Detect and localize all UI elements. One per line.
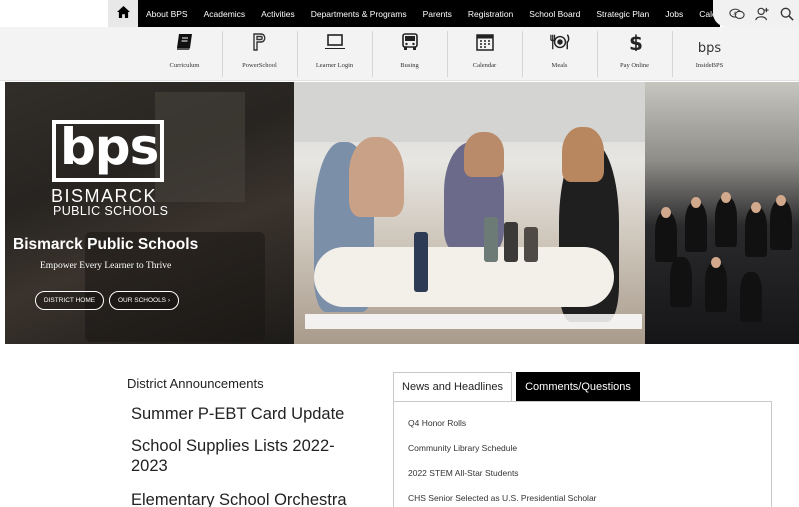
logo-subtitle: PUBLIC SCHOOLS [53,204,169,218]
logo-mark: bps [60,118,159,176]
nav-link-academics[interactable]: Academics [204,9,246,19]
calendar-icon [475,33,495,56]
photo-detail [685,202,707,252]
hero-photo-teachers [294,82,645,344]
photo-detail [504,222,518,262]
bps-logo: bps [52,118,164,182]
utility-icons: A [713,0,799,27]
nav-link-departments[interactable]: Departments & Programs [311,9,407,19]
insidebps-icon: bps [697,41,722,56]
our-schools-button[interactable]: OUR SCHOOLS › [109,291,179,310]
headline-item[interactable]: 2022 STEM All-Star Students [408,468,597,493]
nav-link-jobs[interactable]: Jobs [665,9,683,19]
photo-detail [691,197,701,208]
quick-links-bar: Curriculum PowerSchool Learner Login Bus… [0,27,799,81]
headline-list: Q4 Honor Rolls Community Library Schedul… [408,418,597,507]
quicklink-label: Calendar [472,62,497,69]
quicklink-label: PowerSchool [242,62,277,69]
svg-text:$: $ [629,33,643,51]
photo-detail [661,207,671,218]
photo-detail [349,137,404,217]
quicklink-calendar[interactable]: Calendar [447,30,522,78]
quicklink-learner-login[interactable]: Learner Login [297,30,372,78]
quicklink-label: Meals [551,62,568,69]
quicklink-insidebps[interactable]: bps InsideBPS [672,30,747,78]
headline-item[interactable]: Community Library Schedule [408,443,597,468]
quicklink-label: InsideBPS [695,62,724,69]
announcements-heading: District Announcements [127,376,264,391]
photo-detail [655,212,677,262]
photo-detail [770,200,792,250]
hero-title: Bismarck Public Schools [13,236,199,253]
announcement-item[interactable]: School Supplies Lists 2022-2023 [131,436,361,476]
photo-detail [484,217,498,262]
photo-detail [414,232,428,292]
announcement-item[interactable]: Summer P-EBT Card Update [131,404,361,424]
photo-detail [721,192,731,203]
tab-comments-questions[interactable]: Comments/Questions [516,372,640,401]
photo-detail [524,227,538,262]
hero-banner: bps BISMARCK PUBLIC SCHOOLS Bismarck Pub… [5,82,799,344]
quicklink-busing[interactable]: Busing [372,30,447,78]
meals-icon [549,33,570,56]
main-nav-links: About BPS Academics Activities Departmen… [138,0,742,27]
photo-detail [776,195,786,206]
search-icon[interactable] [779,7,795,21]
laptop-icon [324,33,345,56]
photo-detail [464,132,504,177]
user-add-icon[interactable] [754,7,770,21]
headline-item[interactable]: CHS Senior Selected as U.S. Presidential… [408,493,597,507]
photo-detail [314,247,614,307]
tab-news-headlines[interactable]: News and Headlines [393,372,512,401]
nav-link-school-board[interactable]: School Board [529,9,580,19]
quicklink-meals[interactable]: Meals [522,30,597,78]
hero-caption-bar [305,314,642,329]
hero-photo-graduation [645,82,799,344]
book-icon [175,33,195,56]
photo-detail [670,257,692,307]
photo-detail [740,272,762,322]
news-panel: Q4 Honor Rolls Community Library Schedul… [393,401,772,507]
photo-detail [751,202,761,213]
hero-tagline: Empower Every Learner to Thrive [40,261,172,271]
quicklink-label: Learner Login [315,62,354,69]
headline-item[interactable]: Q4 Honor Rolls [408,418,597,443]
photo-detail [562,127,604,182]
nav-link-activities[interactable]: Activities [261,9,295,19]
home-button[interactable] [108,0,138,27]
quicklink-label: Busing [400,62,419,69]
nav-link-registration[interactable]: Registration [468,9,513,19]
photo-detail [745,207,767,257]
dollar-icon: $ [625,31,645,56]
nav-link-strategic-plan[interactable]: Strategic Plan [596,9,649,19]
nav-link-parents[interactable]: Parents [423,9,452,19]
announcements-list: Summer P-EBT Card Update School Supplies… [131,404,361,507]
svg-text:A: A [734,10,737,16]
hero-photo-orchestra: bps BISMARCK PUBLIC SCHOOLS Bismarck Pub… [5,82,294,344]
bus-icon [400,33,420,56]
announcement-item[interactable]: Elementary School Orchestra [131,490,361,507]
quicklink-label: Curriculum [169,62,200,69]
quicklink-label: Pay Online [619,62,650,69]
district-home-button[interactable]: DISTRICT HOME [35,291,104,310]
quicklink-curriculum[interactable]: Curriculum [147,30,222,78]
nav-link-about[interactable]: About BPS [146,9,188,19]
translate-icon[interactable]: A [729,7,745,21]
home-icon [116,5,130,23]
photo-detail [715,197,737,247]
powerschool-icon [250,33,270,56]
quicklink-powerschool[interactable]: PowerSchool [222,30,297,78]
photo-detail [705,262,727,312]
quicklink-pay-online[interactable]: $ Pay Online [597,30,672,78]
photo-detail [711,257,721,268]
top-navigation: About BPS Academics Activities Departmen… [0,0,799,27]
